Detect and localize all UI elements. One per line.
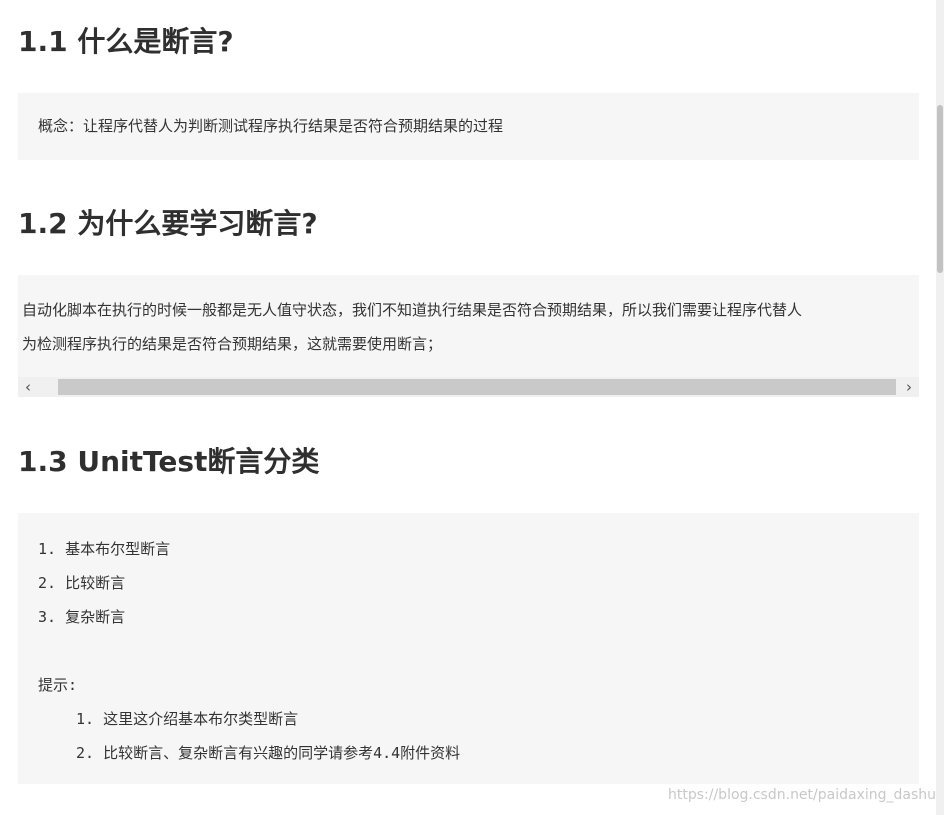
vertical-scrollbar-thumb[interactable] xyxy=(937,105,943,273)
section-heading-1-2: 1.2 为什么要学习断言? xyxy=(18,207,318,240)
section-heading-1-3: 1.3 UnitTest断言分类 xyxy=(18,445,320,478)
scroll-right-arrow-icon[interactable]: › xyxy=(899,377,919,397)
code-block-why: 自动化脚本在执行的时候一般都是无人值守状态，我们不知道执行结果是否符合预期结果，… xyxy=(18,275,919,377)
list-item: 2. 比较断言 xyxy=(38,574,126,592)
vertical-scrollbar[interactable] xyxy=(936,0,944,815)
code-block-categories: 1. 基本布尔型断言 2. 比较断言 3. 复杂断言 提示: 1. 这里这介绍基… xyxy=(18,513,919,784)
horizontal-scrollbar-thumb[interactable] xyxy=(58,379,896,395)
tip-list-item: 2. 比较断言、复杂断言有兴趣的同学请参考4.4附件资料 xyxy=(76,744,461,762)
concept-text: 概念：让程序代替人为判断测试程序执行结果是否符合预期结果的过程 xyxy=(38,117,504,135)
list-item: 3. 复杂断言 xyxy=(38,608,126,626)
why-text-line-1: 自动化脚本在执行的时候一般都是无人值守状态，我们不知道执行结果是否符合预期结果，… xyxy=(22,301,803,319)
tip-list-item: 1. 这里这介绍基本布尔类型断言 xyxy=(76,710,299,728)
watermark: https://blog.csdn.net/paidaxing_dashu xyxy=(668,787,937,803)
why-text-line-2: 为检测程序执行的结果是否符合预期结果，这就需要使用断言； xyxy=(22,335,443,353)
scroll-left-arrow-icon[interactable]: ‹ xyxy=(18,377,38,397)
code-block-concept: 概念：让程序代替人为判断测试程序执行结果是否符合预期结果的过程 xyxy=(18,93,919,160)
section-heading-1-1: 1.1 什么是断言? xyxy=(18,25,234,58)
tip-label: 提示: xyxy=(38,676,78,694)
article-content: 1.1 什么是断言? 概念：让程序代替人为判断测试程序执行结果是否符合预期结果的… xyxy=(0,0,936,815)
list-item: 1. 基本布尔型断言 xyxy=(38,540,171,558)
horizontal-scrollbar[interactable]: ‹ › xyxy=(18,377,919,397)
